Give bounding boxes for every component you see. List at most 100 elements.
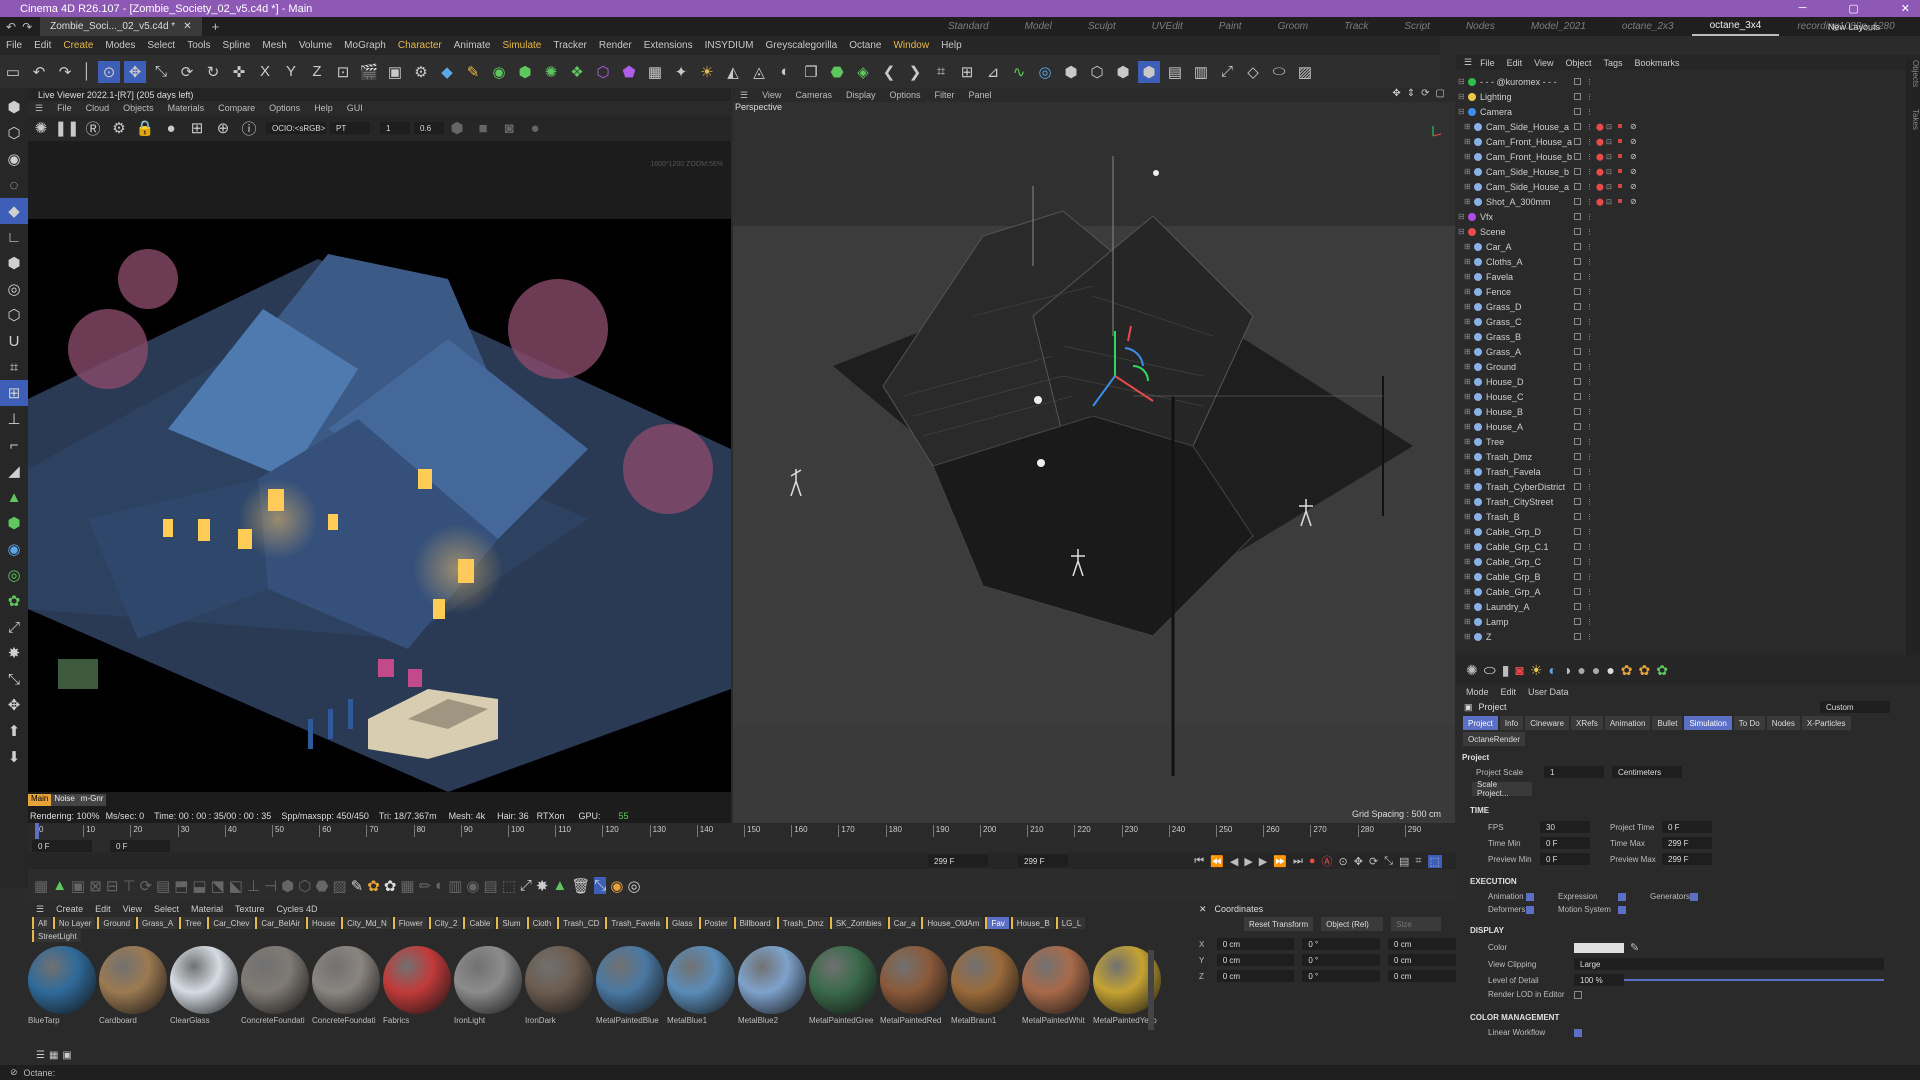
time-min-field[interactable]: 0 F bbox=[1540, 837, 1590, 849]
object-row[interactable]: ⊟ Lighting ⋮ bbox=[1456, 89, 1920, 104]
layout-tab[interactable]: octane_2x3 bbox=[1604, 17, 1692, 36]
lv-menu-materials[interactable]: Materials bbox=[168, 103, 205, 113]
pan-icon[interactable]: ✥ bbox=[1392, 88, 1400, 99]
export-icon[interactable]: ⬇ bbox=[0, 744, 28, 770]
scene-icon[interactable]: ◬ bbox=[748, 61, 770, 83]
object-row[interactable]: ⊞ Shot_A_300mm ⋮ ⬤ ⊡ ◙ ⊘ bbox=[1456, 194, 1920, 209]
visibility-dots-icon[interactable]: ⋮ bbox=[1586, 258, 1593, 266]
tool-icon-3[interactable]: ▣ bbox=[71, 877, 85, 895]
sphere-icon[interactable]: ● bbox=[160, 117, 182, 139]
project-scale-field[interactable]: 1 bbox=[1544, 766, 1604, 778]
protection-tag-icon[interactable]: ⊘ bbox=[1630, 197, 1637, 206]
snap-tool-icon[interactable]: ◉ bbox=[0, 146, 28, 172]
workplane-icon[interactable]: ∟ bbox=[0, 224, 28, 250]
expand-icon[interactable]: ⊞ bbox=[1464, 287, 1471, 296]
object-row[interactable]: ⊞ Cable_Grp_C ⋮ bbox=[1456, 554, 1920, 569]
octane-mix-icon[interactable]: ✿ bbox=[1621, 662, 1633, 679]
next-icon[interactable]: ❯ bbox=[904, 61, 926, 83]
mat-menu-create[interactable]: Create bbox=[56, 904, 83, 914]
guide-icon[interactable]: ⊿ bbox=[982, 61, 1004, 83]
motion-system-checkbox[interactable] bbox=[1618, 905, 1626, 914]
tag-icon[interactable]: ⬤ bbox=[1596, 168, 1604, 176]
magnet-icon[interactable]: U bbox=[0, 328, 28, 354]
expand-icon[interactable]: ⊞ bbox=[1464, 167, 1471, 176]
position-field[interactable]: 0 cm bbox=[1216, 970, 1295, 982]
visibility-dots-icon[interactable]: ⋮ bbox=[1586, 123, 1593, 131]
layout-tab[interactable]: Model_2021 bbox=[1513, 17, 1604, 36]
tool-icon-31[interactable]: ▲ bbox=[552, 877, 567, 894]
material-filter[interactable]: Slum bbox=[496, 917, 525, 929]
target-tag-icon[interactable]: ⊡ bbox=[1606, 138, 1612, 146]
visibility-dots-icon[interactable]: ⋮ bbox=[1586, 603, 1593, 611]
expand-icon[interactable]: ⊞ bbox=[1464, 542, 1471, 551]
timeline-mode-icon[interactable]: ⬚ bbox=[1427, 854, 1442, 868]
object-row[interactable]: ⊟ Camera ⋮ bbox=[1456, 104, 1920, 119]
material-preview[interactable] bbox=[596, 946, 664, 1014]
visibility-dots-icon[interactable]: ⋮ bbox=[1586, 243, 1593, 251]
material-preview[interactable] bbox=[170, 946, 238, 1014]
tool-icon-5[interactable]: ⊟ bbox=[106, 877, 119, 895]
octane-gear-icon[interactable]: ✺ bbox=[1466, 662, 1478, 679]
generators-checkbox[interactable] bbox=[1690, 892, 1698, 901]
vp-menu-cameras[interactable]: Cameras bbox=[795, 90, 832, 100]
objmenu-bookmarks[interactable]: Bookmarks bbox=[1635, 58, 1680, 68]
layout-tab[interactable]: Paint bbox=[1201, 17, 1260, 36]
expand-icon[interactable]: ⊞ bbox=[1464, 572, 1471, 581]
tool-icon-28[interactable]: ⬚ bbox=[502, 877, 516, 895]
layer-checkbox[interactable] bbox=[1574, 303, 1581, 310]
expand-icon[interactable]: ⊞ bbox=[1464, 632, 1471, 641]
visibility-dots-icon[interactable]: ⋮ bbox=[1586, 138, 1593, 146]
objmenu-view[interactable]: View bbox=[1534, 58, 1553, 68]
extrude-icon[interactable]: ⬢ bbox=[0, 510, 28, 536]
layer-checkbox[interactable] bbox=[1574, 348, 1581, 355]
tool-icon-23[interactable]: ✏ bbox=[419, 877, 432, 895]
protection-tag-icon[interactable]: ⊘ bbox=[1630, 167, 1637, 176]
tool-icon-1[interactable]: ▦ bbox=[34, 877, 48, 895]
layout-tab[interactable]: Track bbox=[1326, 17, 1386, 36]
attr-tab-cineware[interactable]: Cineware bbox=[1525, 716, 1570, 730]
visibility-dots-icon[interactable]: ⋮ bbox=[1586, 438, 1593, 446]
tag-icon[interactable]: ⬤ bbox=[1596, 183, 1604, 191]
undo-icon[interactable]: ↶ bbox=[6, 20, 16, 34]
object-row[interactable]: ⊞ Trash_CityStreet ⋮ bbox=[1456, 494, 1920, 509]
attr-tab-simulation[interactable]: Simulation bbox=[1684, 716, 1732, 730]
target-tag-icon[interactable]: ⊡ bbox=[1606, 183, 1612, 191]
layer-checkbox[interactable] bbox=[1574, 288, 1581, 295]
layer-checkbox[interactable] bbox=[1574, 243, 1581, 250]
tool-icon-34[interactable]: ◉ bbox=[610, 877, 623, 895]
object-row[interactable]: ⊞ Z ⋮ bbox=[1456, 629, 1920, 644]
visibility-dots-icon[interactable]: ⋮ bbox=[1586, 423, 1593, 431]
workplane-icon[interactable]: ⊞ bbox=[956, 61, 978, 83]
key-rot-icon[interactable]: ⟳ bbox=[1369, 855, 1378, 868]
next-frame-icon[interactable]: ▶ bbox=[1259, 855, 1267, 868]
material-filter[interactable]: House_OldAm bbox=[921, 917, 984, 929]
autokey-icon[interactable]: Ⓐ bbox=[1322, 853, 1333, 869]
material-preview[interactable] bbox=[738, 946, 806, 1014]
quantize-icon[interactable]: ⊞ bbox=[0, 380, 28, 406]
maximize-icon[interactable]: ▢ bbox=[1848, 2, 1858, 15]
visibility-dots-icon[interactable]: ⋮ bbox=[1586, 108, 1593, 116]
make-editable-icon[interactable]: ⬢ bbox=[0, 94, 28, 120]
object-row[interactable]: ⊞ Car_A ⋮ bbox=[1456, 239, 1920, 254]
key-icon[interactable]: ⊙ bbox=[1339, 855, 1348, 868]
cloner-icon[interactable]: ⬢ bbox=[514, 61, 536, 83]
vp-menu-filter[interactable]: Filter bbox=[935, 90, 955, 100]
layer-checkbox[interactable] bbox=[1574, 483, 1581, 490]
layer-checkbox[interactable] bbox=[1574, 183, 1581, 190]
camera-tag-icon[interactable]: ◙ bbox=[1618, 138, 1622, 145]
record-icon[interactable]: ● bbox=[1309, 855, 1316, 867]
material-preview[interactable] bbox=[667, 946, 735, 1014]
subdivision-icon[interactable]: ◉ bbox=[488, 61, 510, 83]
octane-bulb-icon[interactable]: ▮ bbox=[1502, 662, 1510, 679]
object-row[interactable]: ⊞ Laundry_A ⋮ bbox=[1456, 599, 1920, 614]
octane-pill-icon[interactable]: ⬭ bbox=[1484, 662, 1496, 679]
tool-icon-20[interactable]: ✿ bbox=[367, 877, 380, 895]
object-row[interactable]: ⊞ Trash_Dmz ⋮ bbox=[1456, 449, 1920, 464]
tool-icon-27[interactable]: ▤ bbox=[484, 877, 498, 895]
animation-checkbox[interactable] bbox=[1526, 892, 1534, 901]
character-icon[interactable]: ✦ bbox=[670, 61, 692, 83]
expand-icon[interactable]: ⊞ bbox=[1464, 257, 1471, 266]
expand-icon[interactable]: ⊟ bbox=[1458, 77, 1465, 86]
time-max-field[interactable]: 299 F bbox=[1662, 837, 1712, 849]
first-frame-icon[interactable]: ⏮ bbox=[1194, 855, 1204, 868]
